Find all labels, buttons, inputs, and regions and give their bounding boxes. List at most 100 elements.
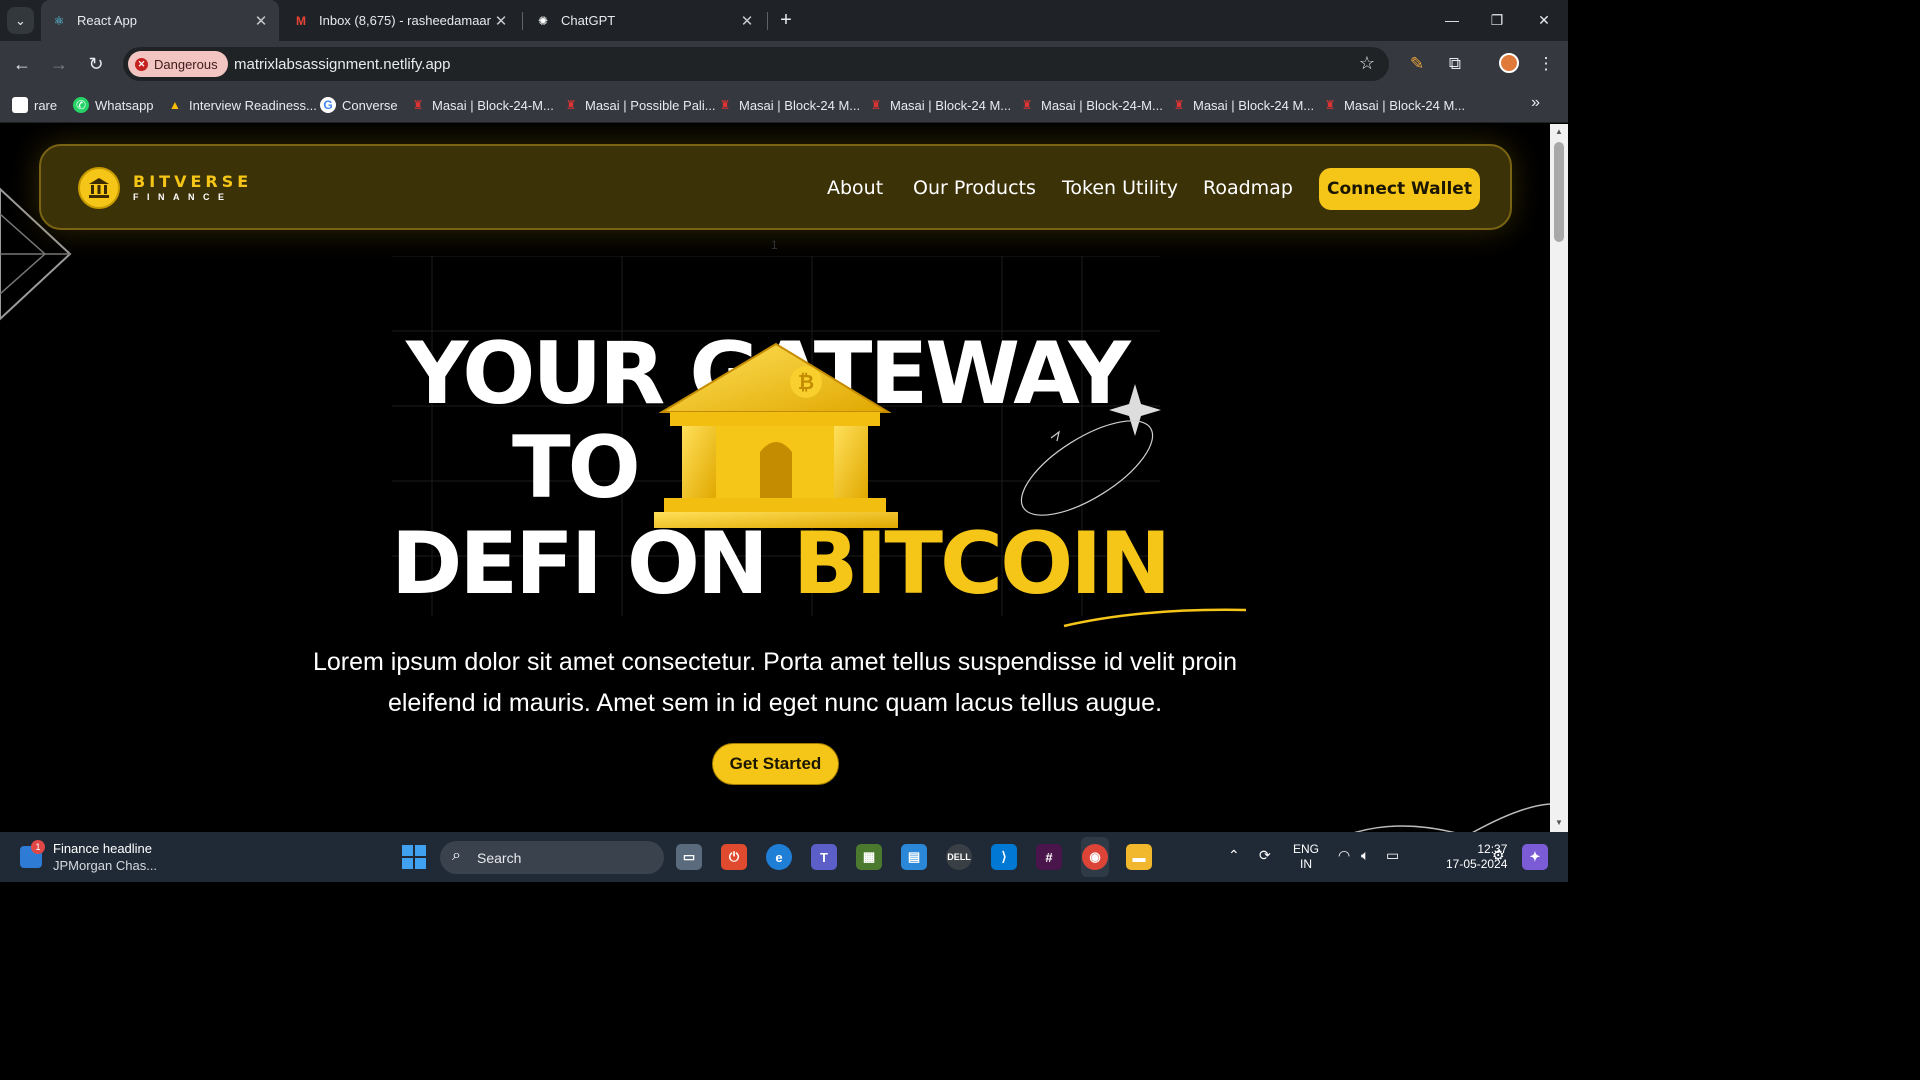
tab-title: ChatGPT bbox=[561, 13, 616, 28]
news-subline[interactable]: JPMorgan Chas... bbox=[53, 858, 157, 873]
sparkle-orbit-decoration bbox=[1020, 384, 1161, 516]
masai-icon: ♜ bbox=[565, 98, 577, 112]
more-bookmarks-icon[interactable]: » bbox=[1531, 94, 1540, 112]
scrollbar-thumb[interactable] bbox=[1554, 142, 1564, 242]
security-chip[interactable]: ✕ Dangerous bbox=[128, 51, 228, 77]
bookmark-item[interactable]: ♜ Masai | Block-24 M... bbox=[868, 95, 1012, 115]
power-app-icon[interactable]: ⏻ bbox=[721, 844, 747, 870]
tab-title: React App bbox=[77, 13, 137, 28]
security-label: Dangerous bbox=[154, 56, 218, 72]
minecraft-icon[interactable]: ▦ bbox=[856, 844, 882, 870]
language-indicator[interactable]: ENG IN bbox=[1293, 842, 1319, 872]
close-icon[interactable]: ✕ bbox=[491, 12, 511, 30]
back-icon[interactable]: ← bbox=[10, 52, 34, 76]
profile-avatar[interactable] bbox=[1499, 53, 1519, 73]
copilot-icon[interactable]: ✦ bbox=[1522, 844, 1548, 870]
bookmark-label: rare bbox=[34, 97, 58, 113]
vscode-icon[interactable]: ⟩ bbox=[991, 844, 1017, 870]
bookmark-item[interactable]: ▲ Interview Readiness... bbox=[167, 95, 317, 115]
address-bar[interactable]: ✕ Dangerous matrixlabsassignment.netlify… bbox=[123, 47, 1389, 81]
chevron-down-icon: ⌄ bbox=[15, 12, 26, 28]
tab-inbox[interactable]: M Inbox (8,675) - rasheedamaan1 ✕ bbox=[283, 0, 519, 41]
bookmark-item[interactable]: rare bbox=[12, 95, 57, 115]
bookmark-item[interactable]: ♜ Masai | Block-24-M... bbox=[1019, 95, 1163, 115]
dell-icon[interactable]: DELL bbox=[946, 844, 972, 870]
search-label: Search bbox=[477, 850, 522, 866]
edge-icon[interactable]: e bbox=[766, 844, 792, 870]
reload-icon[interactable]: ↻ bbox=[84, 52, 108, 76]
connect-wallet-button[interactable]: Connect Wallet bbox=[1319, 168, 1480, 210]
masai-icon: ♜ bbox=[719, 98, 731, 112]
store-icon[interactable]: ▤ bbox=[901, 844, 927, 870]
bookmark-label: Masai | Block-24 M... bbox=[890, 97, 1012, 113]
nav-about[interactable]: About bbox=[827, 177, 883, 199]
tab-chatgpt[interactable]: ✺ ChatGPT ✕ bbox=[525, 0, 765, 41]
teams-icon[interactable]: T bbox=[811, 844, 837, 870]
scroll-up-icon[interactable]: ▲ bbox=[1554, 127, 1564, 136]
logo-bank-icon[interactable] bbox=[78, 167, 120, 209]
masai-icon: ♜ bbox=[870, 98, 882, 112]
bookmark-item[interactable]: ♜ Masai | Block-24 M... bbox=[1322, 95, 1466, 115]
pen-extension-icon[interactable]: ✎ bbox=[1405, 52, 1429, 76]
google-icon: G bbox=[320, 97, 336, 113]
sync-icon[interactable]: ⟳ bbox=[1259, 847, 1271, 864]
bookmark-item[interactable]: ♜ Masai | Possible Pali... bbox=[563, 95, 716, 115]
taskbar-search[interactable]: ⌕ Search bbox=[440, 841, 664, 874]
close-icon[interactable]: ✕ bbox=[737, 12, 757, 30]
underline-swoosh-decoration bbox=[1063, 608, 1247, 628]
forward-icon[interactable]: → bbox=[47, 52, 71, 76]
get-started-button[interactable]: Get Started bbox=[712, 743, 839, 785]
notification-badge: 1 bbox=[31, 840, 45, 854]
nav-token-utility[interactable]: Token Utility bbox=[1062, 177, 1178, 199]
grid-label: 1 bbox=[771, 238, 778, 252]
show-hidden-icons[interactable]: ⌃ bbox=[1228, 847, 1240, 864]
bookmark-label: Converse bbox=[342, 97, 398, 113]
brand-name: BITVERSE bbox=[133, 172, 253, 191]
bookmark-label: Interview Readiness... bbox=[189, 97, 317, 113]
bookmark-label: Whatsapp bbox=[95, 97, 154, 113]
bookmark-item[interactable]: ♜ Masai | Block-24-M... bbox=[410, 95, 554, 115]
bookmark-star-icon[interactable]: ☆ bbox=[1359, 53, 1375, 74]
page-scrollbar[interactable]: ▲ ▼ bbox=[1550, 124, 1568, 832]
minimize-icon[interactable]: — bbox=[1440, 8, 1464, 32]
bookmark-item[interactable]: ♜ Masai | Block-24 M... bbox=[1171, 95, 1315, 115]
notifications-icon[interactable]: ⚙ bbox=[1492, 847, 1505, 864]
scroll-down-icon[interactable]: ▼ bbox=[1554, 818, 1564, 827]
wifi-icon[interactable]: ◠ bbox=[1338, 847, 1350, 864]
bookmark-label: Masai | Possible Pali... bbox=[585, 97, 716, 113]
url-text[interactable]: matrixlabsassignment.netlify.app bbox=[234, 56, 451, 73]
battery-icon[interactable]: ▭ bbox=[1386, 847, 1399, 864]
tab-react-app[interactable]: ⚛ React App ✕ bbox=[41, 0, 279, 41]
bookmark-item[interactable]: ✆ Whatsapp bbox=[73, 95, 154, 115]
nav-roadmap[interactable]: Roadmap bbox=[1203, 177, 1293, 199]
react-icon: ⚛ bbox=[53, 13, 65, 28]
bookmark-label: Masai | Block-24-M... bbox=[1041, 97, 1163, 113]
file-explorer-icon[interactable]: ▬ bbox=[1126, 844, 1152, 870]
extensions-icon[interactable]: ⧉ bbox=[1443, 52, 1467, 76]
warning-icon: ✕ bbox=[135, 57, 148, 71]
close-window-icon[interactable]: ✕ bbox=[1532, 8, 1556, 32]
new-tab-button[interactable]: + bbox=[775, 9, 797, 31]
news-headline[interactable]: Finance headline bbox=[53, 841, 152, 856]
tab-search-button[interactable]: ⌄ bbox=[7, 7, 34, 34]
bookmark-label: Masai | Block-24 M... bbox=[1344, 97, 1466, 113]
brand-subtitle: FINANCE bbox=[133, 192, 233, 202]
arc-decoration bbox=[1354, 803, 1550, 832]
close-icon[interactable]: ✕ bbox=[251, 12, 271, 30]
volume-icon[interactable]: 🔈︎ bbox=[1361, 847, 1369, 864]
chrome-icon[interactable]: ◉ bbox=[1082, 844, 1108, 870]
task-view-icon[interactable]: ▭ bbox=[676, 844, 702, 870]
tab-separator bbox=[522, 12, 523, 30]
bookmark-item[interactable]: G Converse bbox=[320, 95, 398, 115]
masai-icon: ♜ bbox=[1324, 98, 1336, 112]
menu-icon[interactable]: ⋮ bbox=[1534, 52, 1558, 76]
tab-title: Inbox (8,675) - rasheedamaan1 bbox=[319, 13, 491, 28]
nav-our-products[interactable]: Our Products bbox=[913, 177, 1036, 199]
restore-icon[interactable]: ❐ bbox=[1485, 8, 1509, 32]
slack-icon[interactable]: # bbox=[1036, 844, 1062, 870]
hero-description: Lorem ipsum dolor sit amet consectetur. … bbox=[312, 648, 1238, 717]
bookmarks-bar: rare ✆ Whatsapp ▲ Interview Readiness...… bbox=[0, 87, 1568, 123]
region-code: IN bbox=[1300, 857, 1312, 871]
bookmark-item[interactable]: ♜ Masai | Block-24 M... bbox=[717, 95, 861, 115]
windows-start-icon[interactable] bbox=[402, 845, 426, 869]
